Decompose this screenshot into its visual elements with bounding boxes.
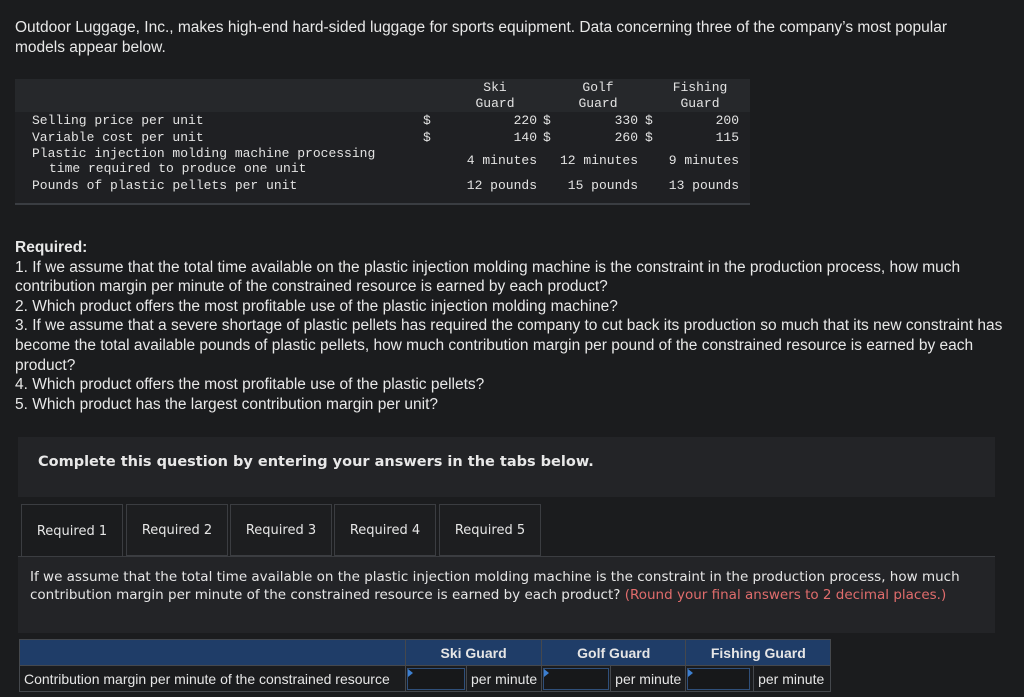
- product-data-header: Ski Guard Golf Guard Fishing Guard: [15, 79, 750, 112]
- required-item: 2. Which product offers the most profita…: [15, 297, 618, 315]
- cell-value: 13 pounds: [668, 178, 739, 193]
- rounding-note: (Round your final answers to 2 decimal p…: [624, 586, 947, 603]
- table-row: Plastic injection molding machine proces…: [15, 146, 750, 179]
- golf-guard-input-wrapper: [543, 667, 610, 690]
- cell-value: 260: [614, 129, 638, 145]
- fishing-guard-input-wrapper: [687, 667, 751, 690]
- required-heading: Required:: [15, 239, 88, 256]
- currency-symbol: $: [423, 129, 431, 145]
- tab-required-5[interactable]: Required 5: [439, 504, 541, 556]
- column-header-ski-guard: Ski Guard: [455, 80, 535, 112]
- tab-required-1[interactable]: Required 1: [21, 504, 123, 558]
- cell-value: 140: [513, 129, 537, 145]
- tab-panel: If we assume that the total time availab…: [18, 556, 995, 633]
- cell-value: 200: [715, 113, 739, 128]
- golf-guard-answer-input[interactable]: [544, 668, 609, 689]
- column-header-golf-guard: Golf Guard: [558, 80, 638, 112]
- cell-value: 9 minutes: [668, 153, 739, 168]
- ski-guard-answer-input[interactable]: [408, 668, 464, 689]
- cell-value: 220: [513, 113, 537, 128]
- answer-table: Ski Guard Golf Guard Fishing Guard Contr…: [19, 639, 832, 692]
- required-item: 5. Which product has the largest contrib…: [15, 395, 439, 413]
- unit-label: per minute: [753, 665, 832, 692]
- row-label-line: time required to produce one unit: [49, 161, 307, 176]
- cell-value: 15 pounds: [567, 178, 638, 193]
- header-golf-guard: Golf Guard: [541, 639, 687, 666]
- cell-value: 4 minutes: [466, 153, 537, 168]
- answer-row: Contribution margin per minute of the co…: [19, 665, 832, 692]
- row-label: Plastic injection molding machine proces…: [32, 146, 375, 176]
- fishing-guard-cell: [685, 665, 755, 692]
- column-header-line: Golf: [582, 80, 614, 95]
- column-header-line: Guard: [680, 96, 720, 111]
- currency-symbol: $: [543, 129, 551, 145]
- cell-value: 115: [715, 129, 739, 145]
- column-header-fishing-guard: Fishing Guard: [660, 80, 740, 112]
- unit-label: per minute: [465, 665, 543, 692]
- instructions-text: Complete this question by entering your …: [38, 454, 594, 470]
- panel-question: If we assume that the total time availab…: [30, 569, 990, 604]
- column-header-line: Fishing: [672, 80, 728, 95]
- header-ski-guard: Ski Guard: [404, 639, 543, 666]
- answer-row-label: Contribution margin per minute of the co…: [19, 665, 406, 692]
- row-label: Selling price per unit: [32, 113, 204, 128]
- required-item: 3. If we assume that a severe shortage o…: [15, 317, 1003, 374]
- currency-symbol: $: [645, 129, 653, 145]
- instructions-box: Complete this question by entering your …: [18, 437, 995, 497]
- header-blank: [19, 639, 406, 666]
- tab-required-3[interactable]: Required 3: [230, 504, 332, 556]
- column-header-line: Ski: [483, 80, 507, 95]
- row-label: Pounds of plastic pellets per unit: [32, 178, 298, 193]
- table-row: Pounds of plastic pellets per unit 12 po…: [15, 178, 750, 203]
- column-header-line: Guard: [475, 96, 515, 111]
- required-section: Required: 1. If we assume that the total…: [15, 238, 1005, 414]
- fishing-guard-answer-input[interactable]: [688, 668, 750, 689]
- currency-symbol: $: [645, 113, 653, 128]
- currency-symbol: $: [543, 113, 551, 128]
- answer-table-header: Ski Guard Golf Guard Fishing Guard: [19, 639, 832, 666]
- column-header-line: Guard: [578, 96, 618, 111]
- intro-text: Outdoor Luggage, Inc., makes high-end ha…: [15, 19, 947, 56]
- required-item: 1. If we assume that the total time avai…: [15, 258, 961, 296]
- ski-guard-cell: [405, 665, 467, 692]
- cell-value: 12 minutes: [559, 153, 638, 168]
- required-item: 4. Which product offers the most profita…: [15, 376, 485, 394]
- ski-guard-input-wrapper: [407, 667, 465, 690]
- table-row: Variable cost per unit $ 140 $ 260 $ 115: [15, 130, 750, 147]
- cell-value: 330: [614, 113, 638, 128]
- cell-value: 12 pounds: [466, 178, 537, 193]
- row-label: Variable cost per unit: [32, 129, 204, 145]
- table-row: Selling price per unit $ 220 $ 330 $ 200: [15, 113, 750, 130]
- unit-label: per minute: [610, 665, 687, 692]
- golf-guard-cell: [541, 665, 612, 692]
- row-label-line: Plastic injection molding machine proces…: [32, 146, 376, 161]
- header-fishing-guard: Fishing Guard: [685, 639, 832, 666]
- tab-required-2[interactable]: Required 2: [126, 504, 228, 556]
- tab-required-4[interactable]: Required 4: [334, 504, 436, 556]
- currency-symbol: $: [423, 113, 431, 128]
- product-data-table: Ski Guard Golf Guard Fishing Guard Selli…: [15, 79, 750, 205]
